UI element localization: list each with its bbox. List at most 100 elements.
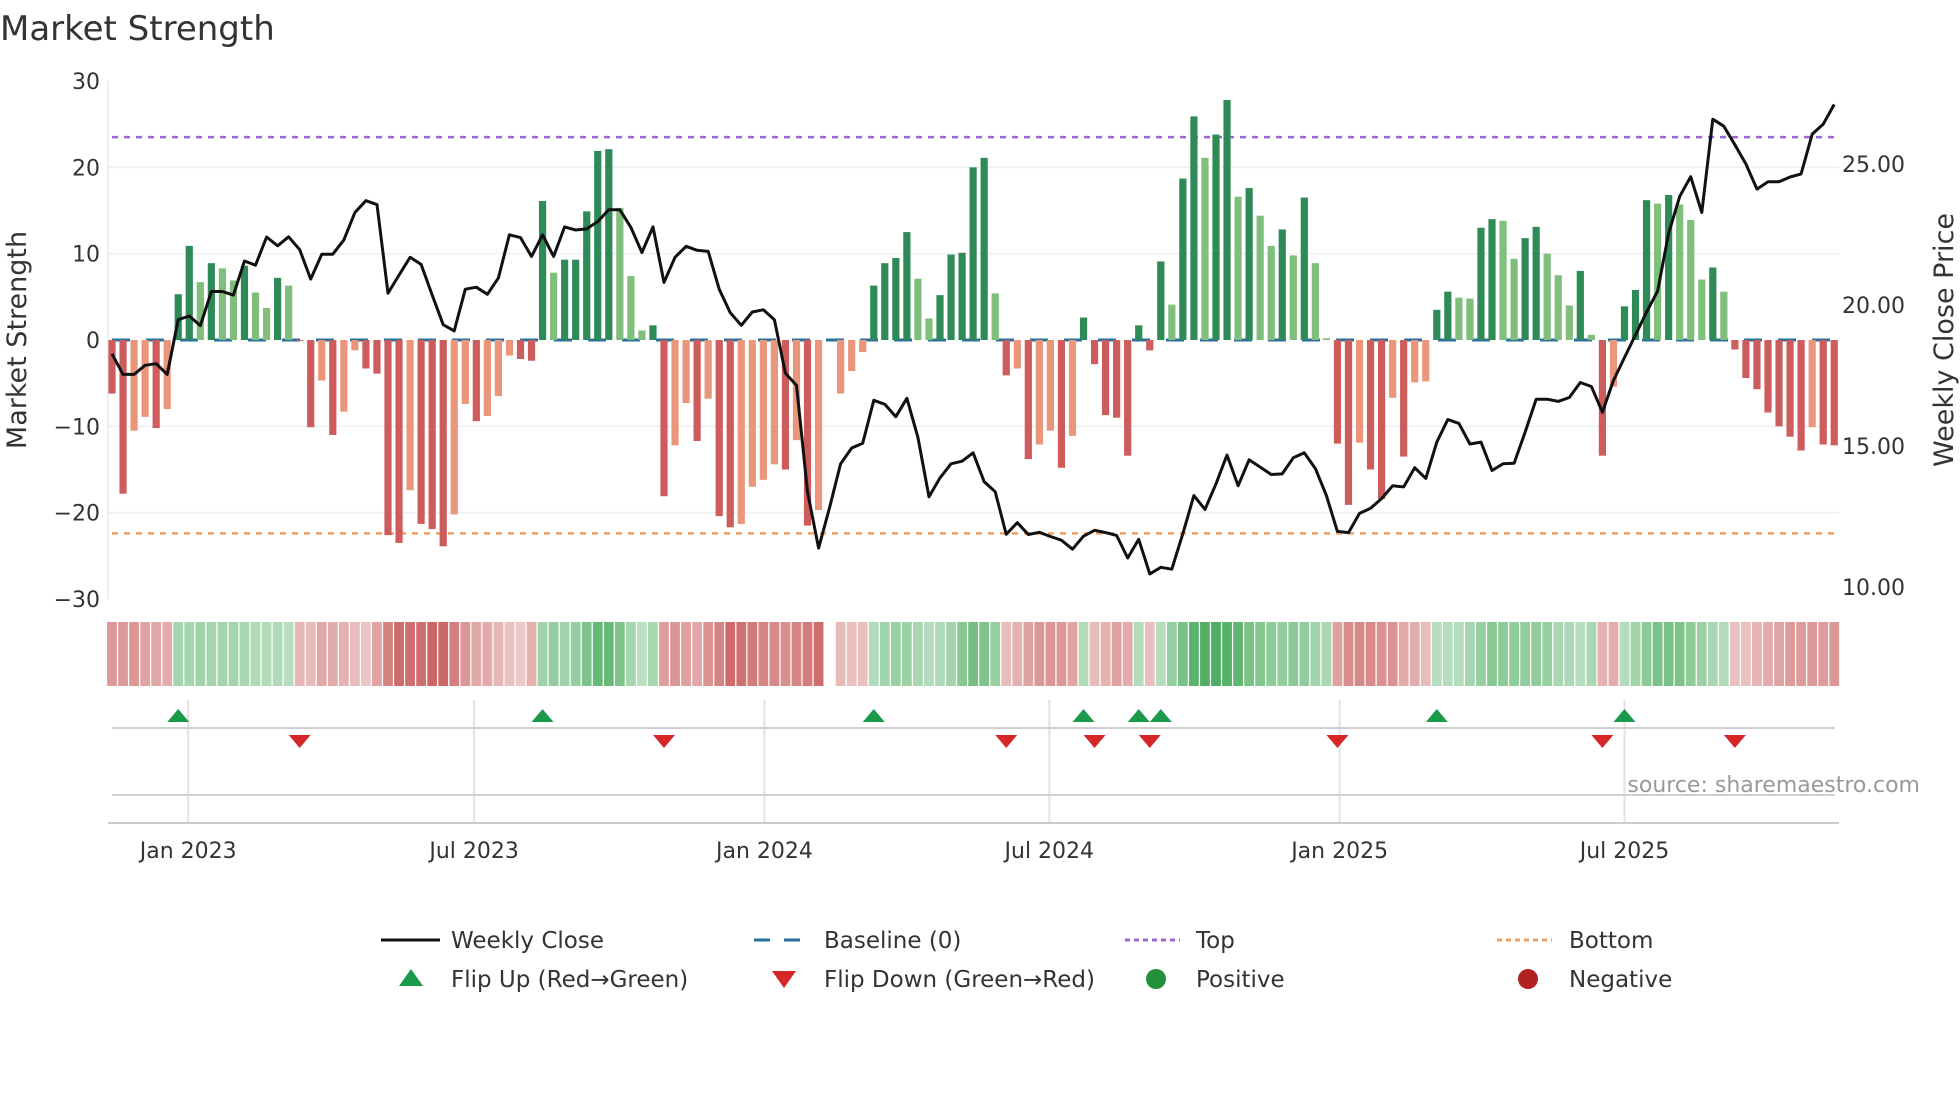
- heat-cell: [1133, 622, 1144, 686]
- strength-bar: [1002, 340, 1010, 376]
- y2-tick-label: 15.00: [1842, 435, 1905, 460]
- strength-bar: [472, 340, 480, 422]
- strength-bar: [1554, 275, 1562, 340]
- strength-bar: [649, 325, 657, 340]
- heat-cell: [1442, 622, 1453, 686]
- strength-bar: [119, 340, 127, 494]
- strength-bar: [1212, 134, 1220, 340]
- strength-bar: [439, 340, 447, 547]
- strength-bar: [1146, 340, 1154, 351]
- strength-bar: [616, 207, 624, 340]
- strength-bar: [1731, 340, 1739, 350]
- strength-bar: [1311, 263, 1319, 340]
- strength-bar: [859, 340, 867, 353]
- strength-bar: [152, 340, 160, 429]
- strength-bar: [417, 340, 425, 524]
- heat-cell: [1685, 622, 1696, 686]
- heat-cell: [394, 622, 404, 686]
- heat-cell: [1763, 622, 1773, 686]
- heat-cell: [482, 622, 493, 686]
- positive-circle-icon: [1146, 969, 1166, 989]
- source-label: source: sharemaestro.com: [1627, 773, 1920, 798]
- flip-down-marker: [1326, 735, 1349, 748]
- heat-cell: [1244, 622, 1255, 686]
- strength-bar: [881, 263, 889, 340]
- strength-bar: [1698, 279, 1706, 340]
- strength-bar: [1201, 157, 1209, 340]
- heat-cell: [736, 622, 747, 686]
- heat-cell: [625, 622, 636, 686]
- y-axis-title: Market Strength: [2, 231, 33, 449]
- heat-cell: [283, 622, 294, 686]
- strength-bar: [726, 340, 734, 528]
- strength-bar: [538, 201, 547, 340]
- x-axis-ticks: Jan 2023 Jul 2023 Jan 2024 Jul 2024 Jan 2025…: [138, 839, 1670, 864]
- heat-cell: [1200, 622, 1210, 686]
- heat-cell: [1365, 622, 1376, 686]
- strength-bar: [251, 292, 260, 340]
- heat-cell: [603, 622, 614, 686]
- heat-cell: [184, 622, 195, 686]
- strength-bar: [218, 268, 226, 340]
- strength-bar: [892, 257, 900, 340]
- strength-bar: [1057, 340, 1066, 468]
- legend-label: Negative: [1569, 967, 1672, 993]
- heat-cell: [924, 622, 934, 686]
- y-axis-ticks: 30 20 10 0 −10 −20 −30: [54, 70, 100, 613]
- strength-bar: [1135, 325, 1143, 340]
- strength-bar: [1598, 340, 1606, 456]
- heat-cell: [107, 622, 117, 686]
- heat-cell: [349, 622, 360, 686]
- heat-cell: [813, 622, 824, 686]
- heat-cell: [250, 622, 261, 686]
- strength-bar: [814, 340, 823, 511]
- heat-cell: [1045, 622, 1056, 686]
- flip-up-marker: [1425, 709, 1448, 722]
- legend-label: Bottom: [1569, 928, 1653, 954]
- strength-bar: [682, 340, 690, 404]
- strength-bar: [583, 211, 591, 340]
- heat-cell: [890, 622, 901, 686]
- strength-bar: [428, 340, 436, 530]
- strength-bar: [1565, 305, 1573, 340]
- heat-cell: [228, 622, 239, 686]
- strength-bar: [1488, 219, 1496, 340]
- heat-cell: [316, 622, 327, 686]
- strength-bar: [1808, 340, 1816, 428]
- heat-cell: [946, 622, 956, 686]
- strength-bar: [770, 340, 778, 465]
- heat-cell: [1476, 622, 1486, 686]
- heat-cell: [1299, 622, 1310, 686]
- heat-cell: [294, 622, 305, 686]
- strength-bar: [196, 282, 204, 340]
- flip-down-marker: [653, 735, 675, 748]
- strength-bar: [1455, 297, 1463, 340]
- flip-panel: [108, 700, 1839, 824]
- strength-bar: [1742, 340, 1750, 378]
- heat-cell: [537, 622, 548, 686]
- heat-cell: [791, 622, 802, 686]
- heat-cell: [1630, 622, 1641, 686]
- heat-cell: [1807, 622, 1818, 686]
- strength-bar: [1378, 340, 1386, 499]
- strength-bar: [483, 340, 491, 416]
- flip-down-marker: [1591, 735, 1614, 748]
- y-tick-label: −10: [54, 415, 100, 440]
- flip-up-marker: [1127, 709, 1150, 722]
- strength-bar: [1411, 340, 1419, 383]
- heat-cell: [1398, 622, 1409, 686]
- heat-cell: [1321, 622, 1332, 686]
- heat-cell: [1189, 622, 1199, 686]
- strength-bar: [1157, 261, 1165, 340]
- strength-bar: [1245, 188, 1253, 340]
- strength-bar: [1389, 340, 1397, 398]
- strength-bar: [671, 340, 679, 446]
- heat-cell: [427, 622, 438, 686]
- strength-bar: [185, 245, 193, 340]
- strength-bar: [1024, 340, 1032, 460]
- heat-cell: [383, 622, 393, 686]
- heat-cell: [670, 622, 680, 686]
- flip-up-icon: [399, 969, 423, 986]
- heat-cell: [272, 622, 283, 686]
- strength-bar: [1366, 340, 1375, 470]
